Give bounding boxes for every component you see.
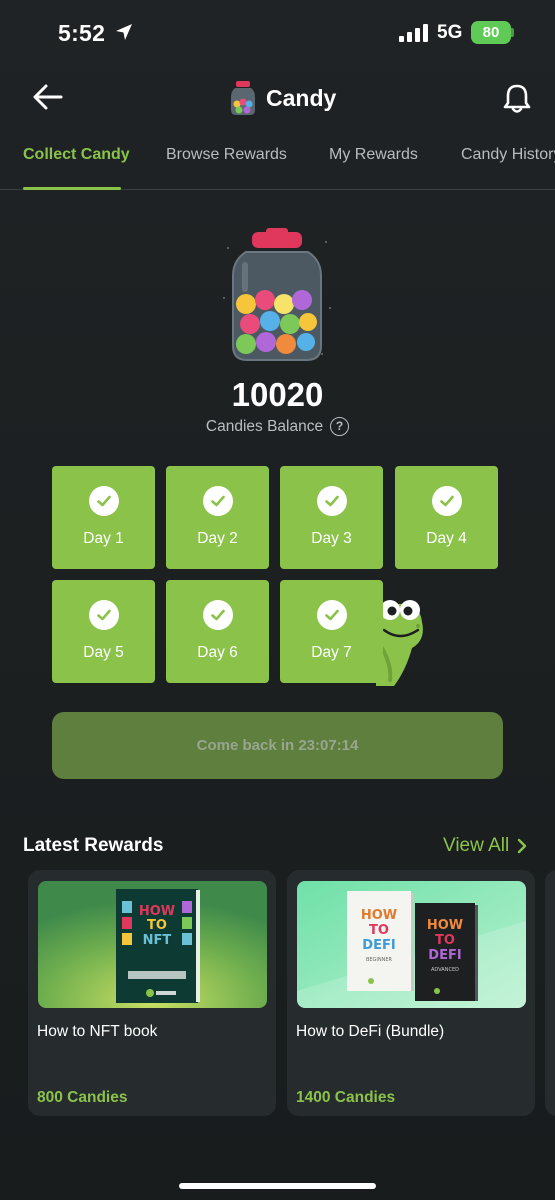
active-tab-indicator (23, 187, 121, 190)
candy-balance-value: 10020 (231, 376, 324, 413)
book-title-line-1: HOW (139, 904, 175, 919)
status-bar: 5:52 5G 80 (0, 0, 555, 66)
signal-bars-icon (399, 24, 428, 42)
day-label: Day 3 (311, 530, 352, 547)
book-title-line-1: HOW (361, 908, 397, 923)
day-tile-2: Day 2 (166, 466, 269, 569)
tab-candy-history[interactable]: Candy History (461, 146, 555, 164)
reward-card-nft-book[interactable]: HOW TO NFT How to NFT book 800 Candies (28, 870, 276, 1116)
checkmark-icon (88, 600, 119, 630)
day-label: Day 1 (83, 530, 124, 547)
book-subtitle: BEGINNER (366, 957, 393, 963)
checkmark-icon (431, 486, 462, 516)
candy-jar-icon (231, 81, 255, 115)
day-label: Day 2 (197, 530, 238, 547)
checkmark-icon (88, 486, 119, 516)
day-label: Day 4 (426, 530, 467, 547)
network-label: 5G (437, 22, 463, 43)
book-title-line-1: HOW (427, 918, 463, 933)
latest-rewards-title: Latest Rewards (23, 835, 164, 856)
view-all-link[interactable]: View All (443, 835, 527, 857)
book-title-line-2: TO (147, 918, 167, 933)
book-title-line-3: NFT (143, 933, 172, 948)
defi-bundle-image: HOW TO DEFI BEGINNER HOW TO DEFI ADVANCE… (297, 881, 526, 1008)
come-back-label: Come back in 23:07:14 (196, 737, 359, 754)
candy-jar-illustration (223, 228, 331, 361)
tab-bar: Collect Candy Browse Rewards My Rewards … (0, 136, 555, 190)
book-title-line-2: TO (435, 933, 455, 948)
checkmark-icon (202, 486, 233, 516)
book-title-line-3: DEFI (362, 938, 395, 953)
day-label: Day 7 (311, 644, 352, 661)
day-tile-7: Day 7 (280, 580, 383, 683)
day-tile-4: Day 4 (395, 466, 498, 569)
come-back-button[interactable]: Come back in 23:07:14 (52, 712, 503, 779)
nft-book-image: HOW TO NFT (38, 881, 267, 1008)
balance-label: Candies Balance (205, 417, 324, 435)
day-tile-3: Day 3 (280, 466, 383, 569)
reward-card-defi-bundle[interactable]: HOW TO DEFI BEGINNER HOW TO DEFI ADVANCE… (287, 870, 535, 1116)
reward-name: How to DeFi (Bundle) (296, 1023, 445, 1040)
help-icon[interactable]: ? (330, 417, 350, 436)
status-time: 5:52 (58, 20, 106, 46)
book-subtitle: ADVANCED (431, 967, 459, 973)
frog-mascot-illustration (376, 600, 423, 686)
home-indicator[interactable] (179, 1183, 376, 1189)
day-label: Day 5 (83, 644, 124, 661)
checkmark-icon (316, 600, 347, 630)
battery-level: 80 (482, 24, 500, 41)
checkmark-icon (202, 600, 233, 630)
bell-icon[interactable] (502, 82, 532, 114)
day-tile-5: Day 5 (52, 580, 155, 683)
chevron-right-icon (517, 838, 527, 854)
view-all-label: View All (443, 835, 510, 856)
reward-price: 800 Candies (37, 1089, 128, 1106)
checkmark-icon (316, 486, 347, 516)
reward-name: How to NFT book (37, 1023, 158, 1040)
back-arrow-icon[interactable] (30, 80, 66, 114)
balance-label-row: Candies Balance ? (0, 417, 555, 436)
reward-card-partial[interactable] (545, 870, 555, 1116)
book-title-line-2: TO (369, 923, 389, 938)
reward-price: 1400 Candies (296, 1089, 396, 1106)
book-title-line-3: DEFI (428, 948, 461, 963)
day-tile-1: Day 1 (52, 466, 155, 569)
day-label: Day 6 (197, 644, 238, 661)
location-arrow-icon (116, 24, 132, 40)
day-tile-6: Day 6 (166, 580, 269, 683)
battery-cap (511, 28, 514, 37)
tab-collect-candy[interactable]: Collect Candy (23, 146, 130, 164)
tab-browse-rewards[interactable]: Browse Rewards (166, 146, 287, 164)
header-title-group: Candy (230, 78, 336, 118)
tab-my-rewards[interactable]: My Rewards (329, 146, 418, 164)
battery-indicator: 80 (471, 21, 511, 44)
page-title: Candy (266, 84, 337, 111)
